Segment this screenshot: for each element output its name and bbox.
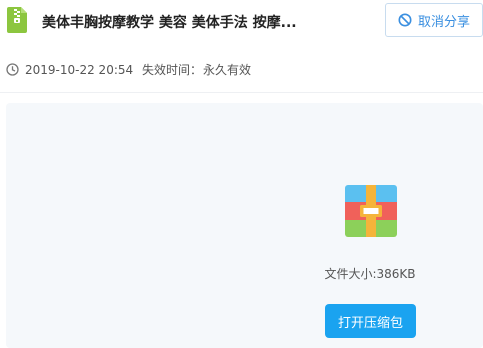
clock-icon [6,63,19,76]
file-title: 美体丰胸按摩教学 美容 美体手法 按摩... [42,15,297,31]
cancel-share-label: 取消分享 [417,14,470,30]
archive-icon [345,185,397,237]
open-archive-button[interactable]: 打开压缩包 [325,304,416,338]
share-time: 2019-10-22 20:54 [25,63,134,77]
size-label: 文件大小: [324,267,377,281]
share-meta: 2019-10-22 20:54 失效时间： 永久有效 [0,58,483,82]
expire-value: 永久有效 [203,63,252,77]
header: 美体丰胸按摩教学 美容 美体手法 按摩... 取消分享 [0,0,483,46]
file-size: 文件大小:386KB [300,266,440,282]
ban-icon [398,13,412,27]
cancel-share-button[interactable]: 取消分享 [385,3,483,37]
size-value: 386KB [376,267,416,281]
expire-label: 失效时间： [142,63,203,77]
zip-file-icon [7,7,27,33]
divider [0,92,483,93]
